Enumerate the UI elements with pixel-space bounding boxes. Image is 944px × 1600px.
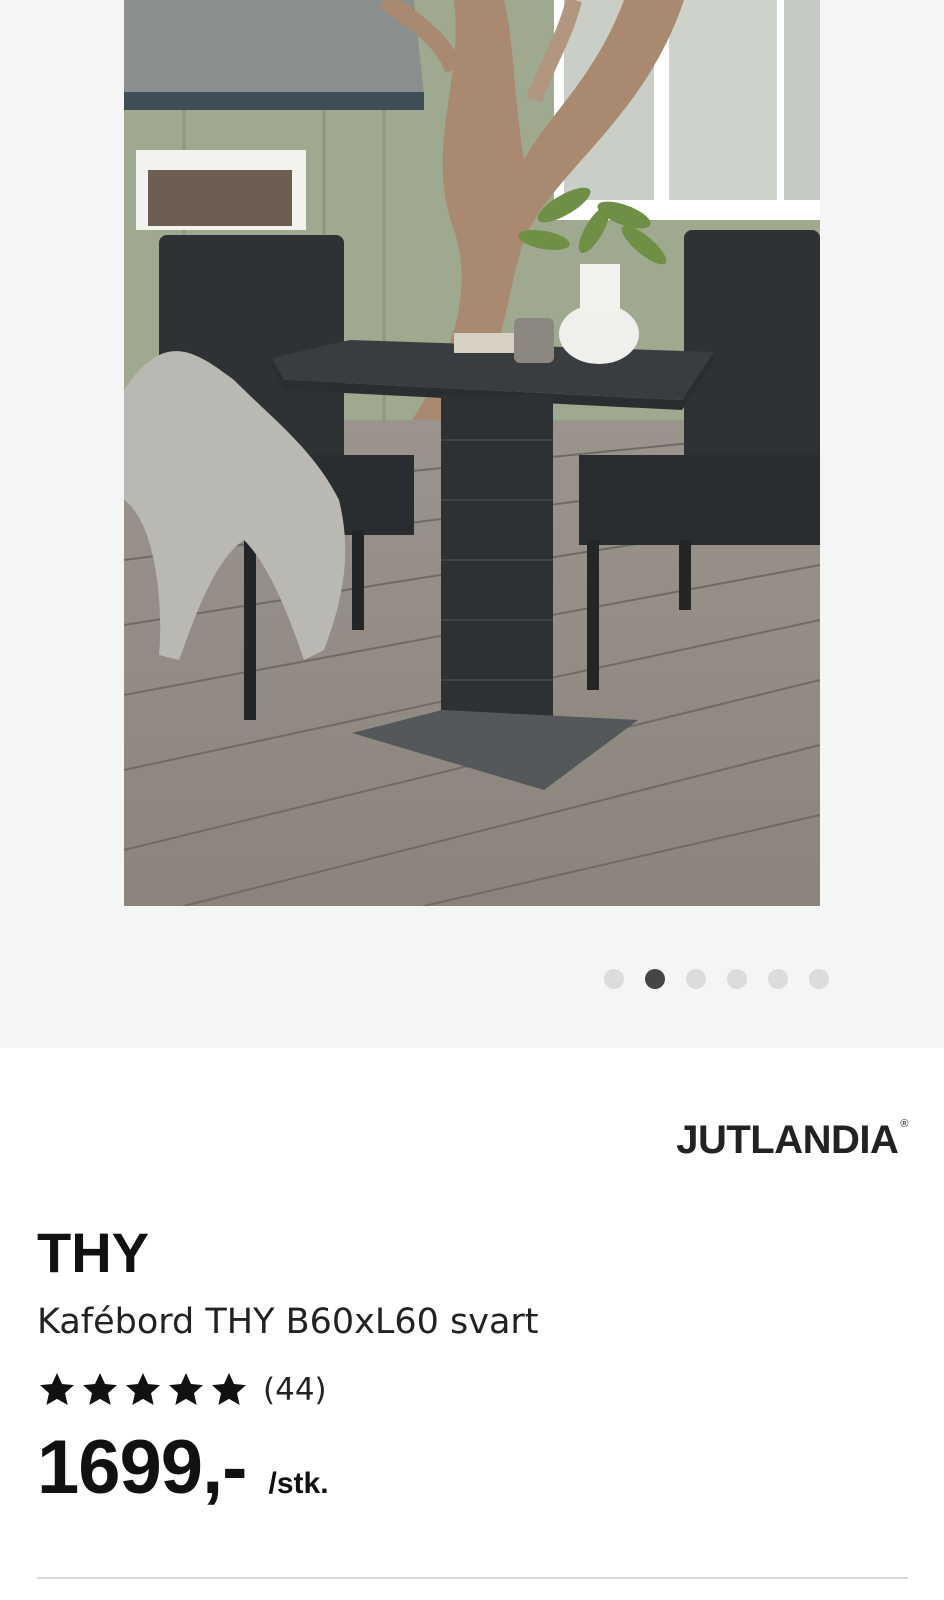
gallery-dot[interactable] xyxy=(809,969,829,989)
price-unit: /stk. xyxy=(268,1467,329,1500)
review-count[interactable]: (44) xyxy=(263,1372,327,1408)
star-icon xyxy=(212,1373,246,1405)
rating-summary[interactable]: (44) xyxy=(37,1370,327,1410)
gallery-pagination-dots xyxy=(604,969,829,989)
registered-mark: ® xyxy=(900,1118,908,1130)
product-image[interactable] xyxy=(124,0,820,906)
product-description: Kafébord THY B60xL60 svart xyxy=(37,1302,539,1342)
star-rating xyxy=(37,1370,249,1410)
price: 1699,- xyxy=(37,1425,247,1510)
price-row: 1699,- /stk. xyxy=(37,1424,329,1511)
gallery-dot-active[interactable] xyxy=(645,969,665,989)
star-icon xyxy=(83,1373,117,1405)
gallery-dot[interactable] xyxy=(686,969,706,989)
star-icon xyxy=(126,1373,160,1405)
product-name: THY xyxy=(37,1221,149,1284)
brand-logo[interactable]: JUTLANDIA ® xyxy=(676,1118,908,1163)
divider xyxy=(37,1577,908,1579)
brand-name: JUTLANDIA xyxy=(676,1118,899,1162)
gallery-dot[interactable] xyxy=(727,969,747,989)
gallery-dot[interactable] xyxy=(768,969,788,989)
star-icon xyxy=(40,1373,74,1405)
gallery-dot[interactable] xyxy=(604,969,624,989)
star-icon xyxy=(169,1373,203,1405)
product-image-gallery[interactable] xyxy=(0,0,944,1048)
